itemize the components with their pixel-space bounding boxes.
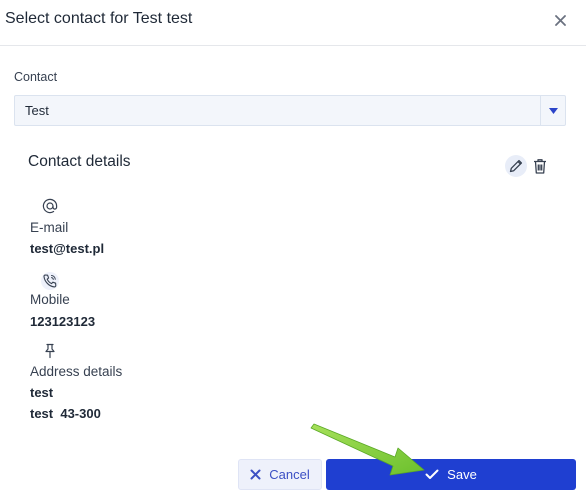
trash-icon [534, 159, 546, 174]
contact-select-value: Test [25, 103, 49, 118]
dialog-header: Select contact for Test test [0, 0, 586, 46]
pin-icon [41, 342, 59, 360]
caret-down-icon [548, 107, 558, 114]
delete-contact-button[interactable] [529, 155, 551, 177]
dropdown-toggle[interactable] [540, 96, 565, 125]
email-value: test@test.pl [30, 241, 105, 256]
contact-select[interactable]: Test [14, 95, 566, 126]
cancel-button-label: Cancel [269, 467, 310, 482]
email-label: E-mail [30, 220, 69, 235]
address-line-2: test 43-300 [30, 406, 101, 421]
phone-icon [41, 272, 59, 290]
save-button-label: Save [447, 467, 477, 482]
close-icon [554, 14, 566, 26]
save-button[interactable]: Save [326, 459, 576, 490]
x-icon [250, 469, 261, 480]
contact-field-label: Contact [14, 70, 58, 84]
pencil-icon [509, 159, 523, 173]
at-icon [41, 197, 59, 215]
select-contact-dialog: Select contact for Test test Contact Tes… [0, 0, 586, 501]
checkmark-icon [425, 469, 439, 479]
address-line-1: test [30, 385, 54, 400]
close-button[interactable] [550, 10, 570, 30]
cancel-button[interactable]: Cancel [238, 459, 322, 490]
dialog-title: Select contact for Test test [5, 10, 193, 27]
mobile-label: Mobile [30, 292, 70, 307]
contact-details-title: Contact details [28, 153, 131, 170]
mobile-value: 123123123 [30, 314, 96, 329]
edit-contact-button[interactable] [505, 155, 527, 177]
address-label: Address details [30, 364, 123, 379]
